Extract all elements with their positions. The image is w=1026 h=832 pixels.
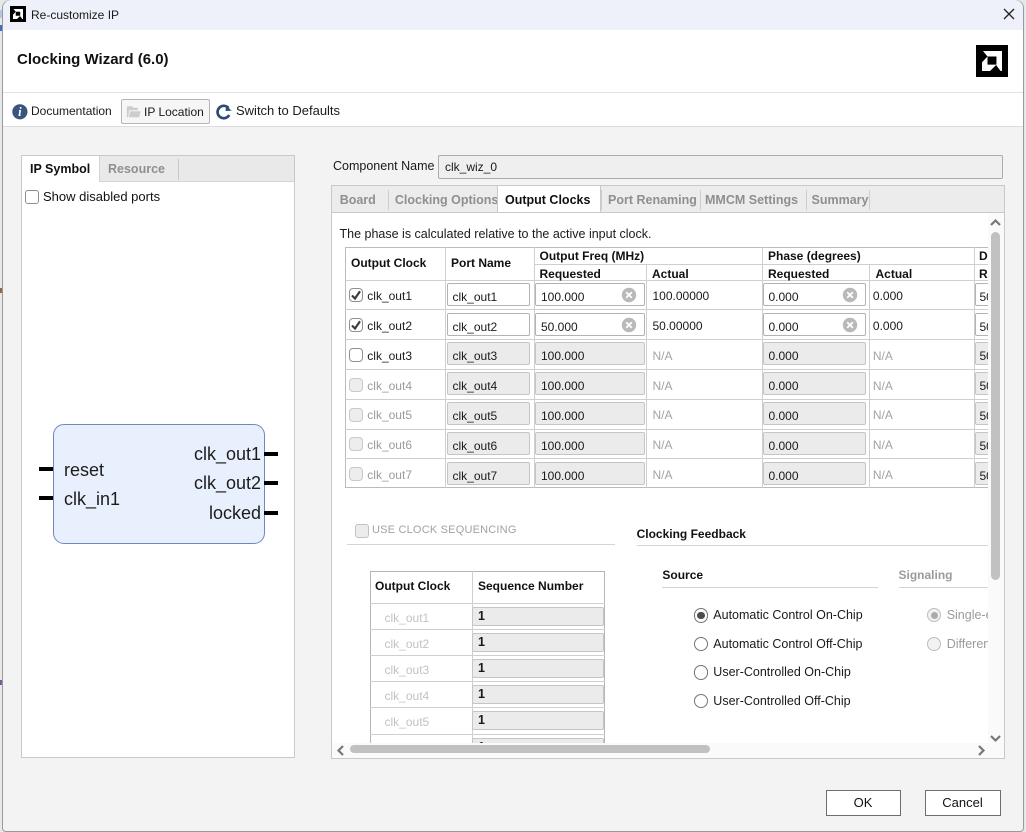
svg-text:i: i [18, 105, 22, 119]
